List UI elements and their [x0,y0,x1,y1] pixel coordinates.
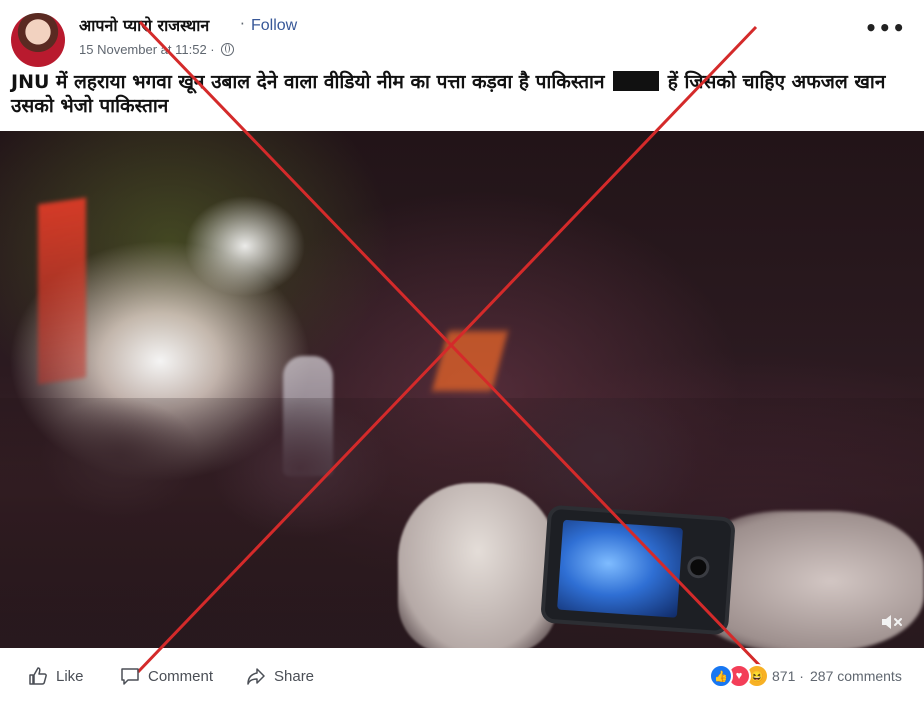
facebook-post-card: आपनो प्यारो राजस्थान · Follow 15 Novembe… [0,0,924,704]
post-meta: 15 November at 11:52 · [79,42,234,57]
like-button[interactable]: Like [28,666,84,686]
reaction-separator: · [799,668,804,684]
like-icon: 👍 [709,664,733,688]
follow-separator: · [240,15,245,33]
post-text-part1: JNU में लहराया भगवा खून उबाल देने वाला व… [11,71,605,93]
page-avatar[interactable] [11,13,65,67]
speaker-muted-icon-svg [882,615,902,629]
reaction-count-value: 871 [772,668,796,684]
post-footer: Like Comment Share 👍 ♥ 😆 871 · 287 comme… [0,652,924,704]
post-text: JNU में लहराया भगवा खून उबाल देने वाला व… [11,70,901,118]
share-label: Share [274,667,315,685]
phone-lens [689,558,707,576]
redaction-block [613,71,660,91]
share-button[interactable]: Share [246,666,314,686]
globe-icon [220,43,234,56]
page-name-link[interactable]: आपनो प्यारो राजस्थान [79,14,209,36]
comment-label: Comment [148,667,214,685]
hand-shape [398,483,558,648]
phone-screen [557,519,684,618]
reaction-count[interactable]: 871 · [772,668,804,684]
comments-count[interactable]: 287 comments [810,668,902,684]
comment-icon [121,668,139,685]
share-icon [247,668,265,685]
reaction-icons[interactable]: 👍 ♥ 😆 [709,664,769,688]
post-timestamp[interactable]: 15 November at 11:52 · [79,42,215,57]
phone-shape [544,508,732,632]
comment-button[interactable]: Comment [120,666,213,686]
follow-button[interactable]: Follow [251,17,297,35]
like-label: Like [56,667,84,685]
thumbs-up-icon [29,667,47,685]
more-options-icon[interactable]: ••• [865,16,906,40]
flag-shape [38,197,86,385]
video-player[interactable] [0,131,924,648]
speaker-muted-icon[interactable] [880,612,904,632]
